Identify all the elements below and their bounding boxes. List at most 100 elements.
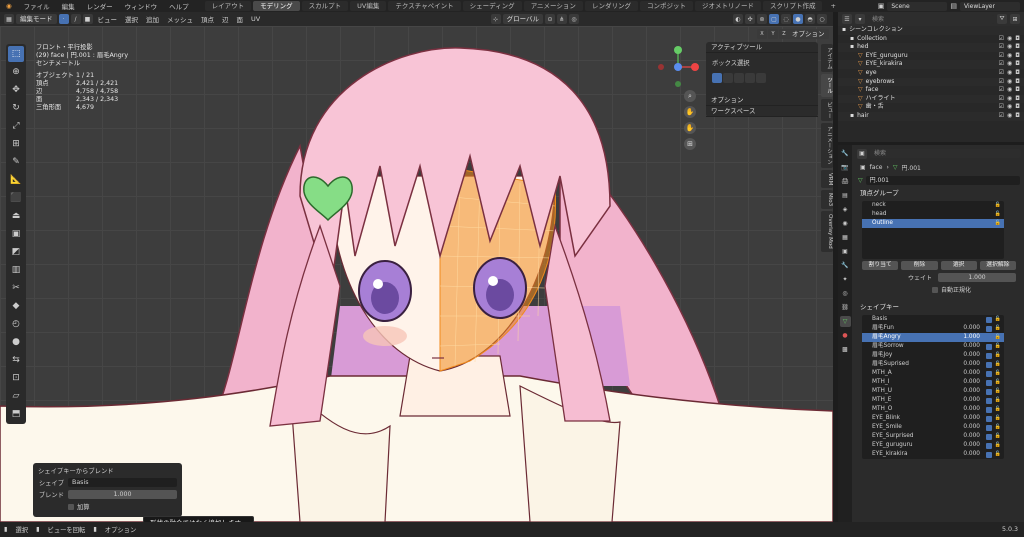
eye-icon[interactable]: ◉ [1007, 60, 1012, 69]
menu-help[interactable]: ヘルプ [163, 1, 195, 11]
outliner-editor-icon[interactable]: ☰ [842, 14, 852, 24]
shape-key-value[interactable]: 0.000 [963, 423, 980, 432]
camera-icon[interactable]: ◘ [1015, 86, 1020, 95]
checkbox-icon[interactable]: ☑ [999, 69, 1004, 78]
tab-uv-editing[interactable]: UV編集 [350, 1, 387, 11]
blender-logo-icon[interactable]: ◉ [0, 2, 18, 10]
constraints-props-icon[interactable]: ⛓ [840, 302, 851, 313]
checkbox-icon[interactable]: ☑ [999, 78, 1004, 87]
remove-button[interactable]: 削除 [901, 261, 938, 270]
gizmo-icon[interactable]: ✣ [745, 14, 755, 24]
outliner-row[interactable]: ▽ eye ☑ ◉ ◘ [838, 69, 1024, 78]
shape-key-item[interactable]: EYE_Surprised 0.000 🔓 [862, 432, 1004, 441]
shape-key-item[interactable]: 眉毛Joy 0.000 🔓 [862, 351, 1004, 360]
eye-icon[interactable]: ◉ [1007, 86, 1012, 95]
eye-icon[interactable]: ◉ [1007, 78, 1012, 87]
props-search-input[interactable]: 検索 [870, 149, 1021, 158]
vertex-groups-list[interactable]: neck 🔓 head 🔓 Outline 🔓 [862, 201, 1004, 259]
material-props-icon[interactable]: ● [840, 330, 851, 341]
mute-checkbox[interactable] [986, 379, 992, 386]
scale-tool-icon[interactable]: ⤢ [8, 118, 24, 134]
shape-key-item[interactable]: MTH_U 0.000 🔓 [862, 387, 1004, 396]
lock-icon[interactable]: 🔓 [995, 441, 1001, 450]
lock-icon[interactable]: 🔓 [995, 210, 1001, 219]
shape-key-value[interactable]: 0.000 [963, 378, 980, 387]
lock-icon[interactable]: 🔓 [995, 360, 1001, 369]
eye-icon[interactable]: ◉ [1007, 43, 1012, 52]
tab-sculpt[interactable]: スカルプト [301, 1, 349, 11]
camera-icon[interactable]: ◘ [1015, 35, 1020, 44]
shape-key-item[interactable]: 眉毛Sorrow 0.000 🔓 [862, 342, 1004, 351]
vertex-group-item[interactable]: neck 🔓 [862, 201, 1004, 210]
rip-tool-icon[interactable]: ⬒ [8, 406, 24, 422]
select-extend-icon[interactable] [723, 73, 733, 83]
inset-tool-icon[interactable]: ▣ [8, 226, 24, 242]
particles-props-icon[interactable]: ✦ [840, 274, 851, 285]
shading-material-icon[interactable]: ◓ [805, 14, 815, 24]
checkbox-icon[interactable]: ☑ [999, 60, 1004, 69]
pan-icon[interactable]: ✋ [684, 106, 696, 118]
tab-view[interactable]: ビュー [821, 98, 833, 121]
eye-icon[interactable]: ◉ [1007, 35, 1012, 44]
outliner-row[interactable]: ▽ face ☑ ◉ ◘ [838, 86, 1024, 95]
menu-select[interactable]: 選択 [122, 14, 141, 24]
edge-select-icon[interactable]: / [70, 14, 81, 24]
shading-render-icon[interactable]: ○ [817, 14, 827, 24]
shape-key-value[interactable]: 0.000 [963, 387, 980, 396]
shape-key-item[interactable]: MTH_A 0.000 🔓 [862, 369, 1004, 378]
outliner-search-input[interactable]: 検索 [868, 14, 994, 24]
annotate-tool-icon[interactable]: ✎ [8, 154, 24, 170]
spin-tool-icon[interactable]: ◴ [8, 316, 24, 332]
workspace-header[interactable]: ワークスペース [706, 106, 818, 117]
world-props-icon[interactable]: ◉ [840, 218, 851, 229]
orientation-dropdown[interactable]: グローバル [502, 14, 543, 24]
mute-checkbox[interactable] [986, 442, 992, 449]
mute-checkbox[interactable] [986, 406, 992, 413]
lock-icon[interactable]: 🔓 [995, 342, 1001, 351]
checkbox-icon[interactable]: ☑ [999, 95, 1004, 104]
tab-vrm[interactable]: VRM [821, 169, 833, 188]
tab-modeling[interactable]: モデリング [253, 1, 300, 11]
mute-checkbox[interactable] [986, 415, 992, 422]
lock-icon[interactable]: 🔓 [995, 378, 1001, 387]
shape-key-value[interactable]: 0.000 [963, 351, 980, 360]
lock-icon[interactable]: 🔓 [995, 414, 1001, 423]
menu-mesh[interactable]: メッシュ [164, 14, 196, 24]
add-cube-tool-icon[interactable]: ⬛ [8, 190, 24, 206]
shape-key-value[interactable]: 0.000 [963, 342, 980, 351]
object-props-icon[interactable]: ▣ [840, 246, 851, 257]
camera-icon[interactable]: ◘ [1015, 69, 1020, 78]
shape-key-value[interactable]: 1.000 [963, 333, 980, 342]
tab-rendering[interactable]: レンダリング [584, 1, 638, 11]
tab-animation[interactable]: アニメーション [821, 123, 833, 168]
display-mode-icon[interactable]: ▾ [855, 14, 865, 24]
shape-key-item[interactable]: EYE_guruguru 0.000 🔓 [862, 441, 1004, 450]
select-set-icon[interactable] [712, 73, 722, 83]
vertex-group-item[interactable]: head 🔓 [862, 210, 1004, 219]
checkbox-icon[interactable]: ☑ [999, 86, 1004, 95]
menu-face[interactable]: 面 [234, 14, 247, 24]
shape-key-item[interactable]: 眉毛Angry 1.000 🔓 [862, 333, 1004, 342]
mute-checkbox[interactable] [986, 343, 992, 350]
menu-vertex[interactable]: 頂点 [198, 14, 217, 24]
rotate-tool-icon[interactable]: ↻ [8, 100, 24, 116]
eye-icon[interactable]: ◉ [1007, 69, 1012, 78]
outliner-row[interactable]: ▪ シーンコレクション [838, 26, 1024, 35]
loop-cut-tool-icon[interactable]: ▥ [8, 262, 24, 278]
add-workspace-icon[interactable]: + [824, 2, 841, 10]
redo-panel-title[interactable]: シェイプキーからブレンド [38, 466, 177, 475]
zoom-icon[interactable]: ⌕ [684, 90, 696, 102]
checkbox-icon[interactable]: ☑ [999, 103, 1004, 112]
cursor-tool-icon[interactable]: ⊕ [8, 64, 24, 80]
mute-checkbox[interactable] [986, 361, 992, 368]
mute-checkbox[interactable] [986, 388, 992, 395]
shape-key-item[interactable]: MTH_I 0.000 🔓 [862, 378, 1004, 387]
mode-dropdown[interactable]: 編集モード [16, 14, 57, 24]
bevel-tool-icon[interactable]: ◩ [8, 244, 24, 260]
camera-view-icon[interactable]: ✋ [684, 122, 696, 134]
lock-icon[interactable]: 🔓 [995, 450, 1001, 459]
shape-key-item[interactable]: MTH_O 0.000 🔓 [862, 405, 1004, 414]
shape-key-value[interactable]: 0.000 [963, 441, 980, 450]
shape-field[interactable]: Basis [68, 478, 177, 487]
lock-icon[interactable]: 🔓 [995, 423, 1001, 432]
